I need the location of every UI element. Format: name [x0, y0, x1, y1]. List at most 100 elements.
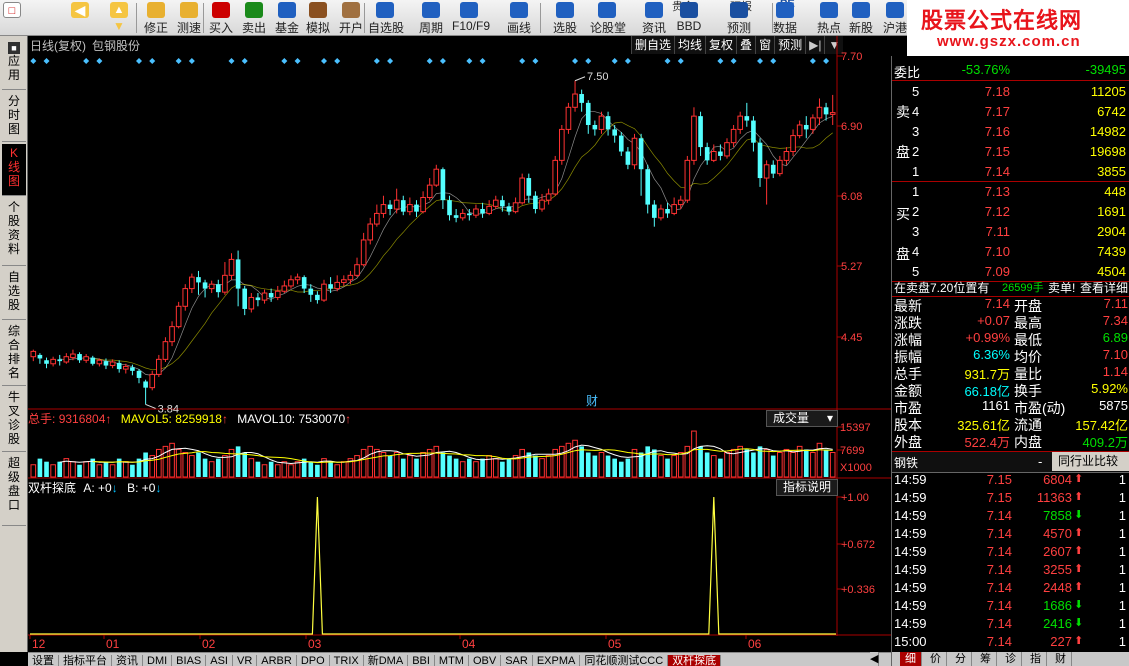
- left-nav-3[interactable]: 个股资料: [2, 198, 26, 266]
- volume-axis-label: 15397: [840, 422, 871, 434]
- notice-detail-link[interactable]: 查看详细: [1080, 279, 1128, 296]
- toolbar-button[interactable]: 数据: [768, 0, 802, 36]
- left-nav-4[interactable]: 自选股: [2, 268, 26, 320]
- arrow-down-icon: ⬇: [1074, 617, 1084, 629]
- volume-indicator-select[interactable]: 成交量 ▾: [766, 410, 838, 427]
- volume-bar: [671, 455, 677, 478]
- toolbar-button[interactable]: 新股: [844, 0, 878, 36]
- candle-body: [552, 159, 559, 195]
- candle-body: [90, 357, 96, 364]
- left-nav-2[interactable]: K线图: [2, 144, 26, 196]
- arrow-down-icon: ⬇: [1074, 599, 1084, 611]
- signal-diamond: [30, 58, 37, 64]
- candle-body: [652, 204, 657, 218]
- toolbar-button[interactable]: 基金: [270, 0, 304, 36]
- indicator-tab-15[interactable]: EXPMA: [533, 655, 581, 666]
- volume-bar: [367, 445, 374, 478]
- left-nav-label: 超级盘口: [7, 456, 20, 512]
- updown-icon[interactable]: ▲ ▼: [104, 0, 134, 36]
- finance-report-mark: 财: [586, 394, 598, 408]
- indicator-tab-1[interactable]: 指标平台: [59, 655, 112, 666]
- toolbar-button[interactable]: 画线: [502, 0, 536, 36]
- indicator-tab-13[interactable]: OBV: [469, 655, 502, 666]
- window-icon[interactable]: □: [0, 0, 24, 36]
- toolbar-button[interactable]: 自选股: [368, 0, 404, 36]
- sell-level-price: 7.16: [984, 124, 1010, 139]
- toolbar-button[interactable]: 开户: [334, 0, 368, 36]
- kline-chart[interactable]: 日线(复权) 包钢股份 删自选 均线 复权叠窗预测 ▶| ▼ 7.70 6.90 6.08 5.…: [28, 36, 891, 652]
- volume-bar: [519, 448, 526, 478]
- candle-body: [698, 116, 703, 148]
- indicator-tab-5[interactable]: ASI: [206, 655, 233, 666]
- indicator-help-button[interactable]: 指标说明: [776, 479, 838, 496]
- toolbar-button[interactable]: 测速: [172, 0, 206, 36]
- right-tab-0[interactable]: 细: [900, 652, 922, 666]
- volume-bar: [545, 455, 552, 478]
- toolbar-button[interactable]: 预测: [722, 0, 756, 36]
- left-nav-1[interactable]: 分时图: [2, 92, 26, 142]
- separator: [892, 80, 1129, 81]
- toolbar-bbd-button[interactable]: BBD: [672, 0, 706, 36]
- toolbar-button[interactable]: 热点: [812, 0, 846, 36]
- right-tab-4[interactable]: 诊: [1000, 652, 1022, 666]
- right-tab-6[interactable]: 财: [1050, 652, 1072, 666]
- volume-bar: [400, 458, 406, 477]
- volume-bar: [414, 458, 419, 477]
- toolbar-button[interactable]: 周期: [414, 0, 448, 36]
- toolbar-button[interactable]: 卖出: [237, 0, 271, 36]
- volume-bar: [625, 458, 631, 477]
- right-tab-1[interactable]: 价: [925, 652, 947, 666]
- toolbar-button[interactable]: 模拟: [301, 0, 335, 36]
- candle-body: [585, 102, 591, 125]
- indicator-tab-10[interactable]: 新DMA: [364, 655, 409, 666]
- f10-icon: [460, 2, 478, 18]
- signal-diamond: [585, 58, 592, 64]
- trade-row: 14:59 7.14 1686 ⬇ 1: [892, 598, 1129, 616]
- sell-level-num: 4: [912, 104, 920, 119]
- back-arrow-icon[interactable]: ◀: [66, 0, 94, 36]
- toolbar-button[interactable]: 修正: [139, 0, 173, 36]
- left-nav-7[interactable]: 超级盘口: [2, 454, 26, 526]
- stat-value-1: 6.36%: [973, 347, 1010, 362]
- toolbar-f10-button[interactable]: F10/F9: [452, 0, 490, 36]
- indicator-tab-8[interactable]: DPO: [297, 655, 330, 666]
- toolbar-button[interactable]: 买入: [204, 0, 238, 36]
- left-nav-label: 牛叉诊股: [7, 390, 20, 446]
- toolbar-button[interactable]: 选股: [548, 0, 582, 36]
- left-nav-0[interactable]: ■ 应用: [2, 38, 26, 90]
- volume-bar: [645, 446, 651, 477]
- left-nav-5[interactable]: 综合排名: [2, 322, 26, 386]
- buy-level-volume: 1691: [1097, 204, 1126, 219]
- indicator-tab-9[interactable]: TRIX: [330, 655, 364, 666]
- toolbar-button[interactable]: 资讯: [637, 0, 671, 36]
- right-tab-5[interactable]: 指: [1025, 652, 1047, 666]
- stat-value-2: 7.10: [1102, 347, 1128, 362]
- indicator-b-label: B:: [127, 481, 139, 495]
- indicator-tab-0[interactable]: 设置: [28, 655, 59, 666]
- toolbar-button[interactable]: 论股堂: [590, 0, 626, 36]
- scroll-left-icon[interactable]: ◀: [870, 652, 880, 666]
- indicator-tab-17[interactable]: 双杆探底: [668, 655, 722, 666]
- indicator-tab-11[interactable]: BBI: [408, 655, 435, 666]
- candle-body: [684, 159, 691, 201]
- indicator-tab-14[interactable]: SAR: [501, 655, 533, 666]
- industry-compare-button[interactable]: 同行业比较: [1052, 452, 1129, 471]
- right-tab-2[interactable]: 分: [950, 652, 972, 666]
- volume-bar: [433, 445, 440, 478]
- trade-time: 14:59: [894, 616, 927, 631]
- large-order-notice: 在卖盘7.20位置有 26599手 卖单! 查看详细: [892, 277, 1129, 297]
- left-nav-6[interactable]: 牛叉诊股: [2, 388, 26, 452]
- indicator-tab-6[interactable]: VR: [233, 655, 258, 666]
- indicator-tab-12[interactable]: MTM: [435, 655, 469, 666]
- indicator-tab-2[interactable]: 资讯: [112, 655, 143, 666]
- indicator-tab-7[interactable]: ARBR: [257, 655, 297, 666]
- right-tab-3[interactable]: 筹: [975, 652, 997, 666]
- mavol5-label: MAVOL5:: [120, 412, 172, 426]
- trade-time: 14:59: [894, 580, 927, 595]
- price-axis-label: 7.70: [841, 51, 862, 63]
- indicator-tab-4[interactable]: BIAS: [172, 655, 207, 666]
- chart-canvas[interactable]: 7.706.906.085.274.457.503.84财153977699X1…: [28, 36, 891, 652]
- indicator-tab-16[interactable]: 同花顺测试CCC: [580, 655, 669, 666]
- indicator-tab-3[interactable]: DMI: [143, 655, 173, 666]
- volume-bar: [829, 452, 836, 478]
